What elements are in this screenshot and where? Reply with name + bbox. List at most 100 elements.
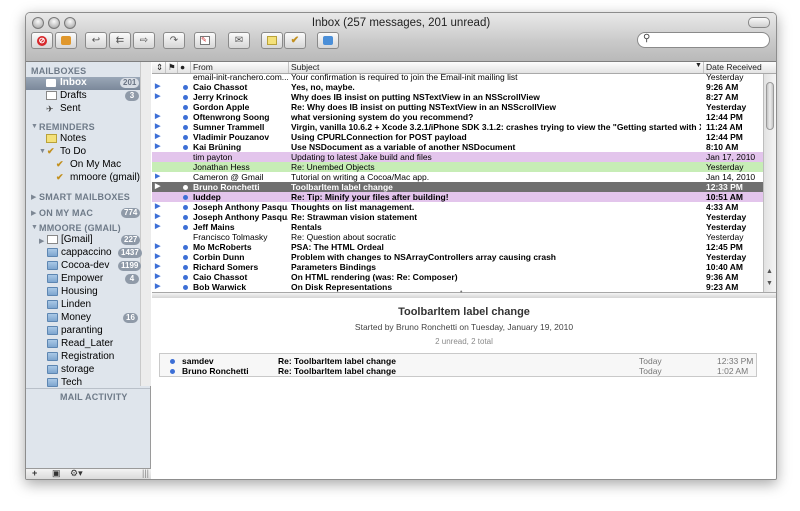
- message-row[interactable]: tim payton Updating to latest Jake build …: [152, 152, 763, 162]
- message-row[interactable]: ▶ Caio Chassot On HTML rendering (was: Re:…: [152, 272, 763, 282]
- mail-activity-header[interactable]: MAIL ACTIVITY: [60, 392, 128, 402]
- scroll-down-icon[interactable]: ▼: [766, 280, 773, 287]
- column-header-from[interactable]: From: [193, 62, 213, 72]
- scrollbar-thumb[interactable]: [766, 82, 774, 130]
- disclosure-triangle-icon[interactable]: ▼: [31, 123, 38, 130]
- message-row[interactable]: ▶ Sumner Trammell Virgin, vanilla 10.6.2 +…: [152, 122, 763, 132]
- thread-disclosure-icon[interactable]: ▶: [155, 242, 160, 252]
- new-message-button[interactable]: ✎: [194, 32, 216, 49]
- disclosure-triangle-icon[interactable]: ▼: [31, 224, 38, 231]
- message-list-scrollbar[interactable]: ▲ ▼: [763, 74, 776, 292]
- toolbar-toggle-button[interactable]: [748, 17, 770, 28]
- scroll-up-icon[interactable]: ▲: [766, 268, 773, 275]
- message-row[interactable]: ▶ Jeff Mains Rentals Yesterday: [152, 222, 763, 232]
- junk-button[interactable]: [55, 32, 77, 49]
- connection-button[interactable]: [317, 32, 339, 49]
- message-row[interactable]: ▶ Jerry Krinock Why does IB insist on putt…: [152, 92, 763, 102]
- sort-descending-icon[interactable]: ▼: [695, 62, 702, 69]
- message-row[interactable]: ▶ Joseph Anthony Pasqu... Thoughts on list…: [152, 202, 763, 212]
- sidebar-item-todo-on-my-mac[interactable]: ✔ On My Mac: [26, 159, 140, 172]
- thread-disclosure-icon[interactable]: ▶: [155, 112, 160, 122]
- section-smart-mailboxes[interactable]: SMART MAILBOXES: [39, 192, 130, 202]
- folder-icon: [47, 248, 58, 257]
- section-on-my-mac[interactable]: ON MY MAC: [39, 208, 93, 218]
- sidebar-folder-linden[interactable]: Linden: [26, 299, 140, 312]
- reply-all-button[interactable]: ⇇: [109, 32, 131, 49]
- add-mailbox-button[interactable]: +: [32, 468, 37, 478]
- message-row[interactable]: ▶ Richard Somers Parameters Bindings 10:40 …: [152, 262, 763, 272]
- thread-disclosure-icon[interactable]: ▶: [155, 202, 160, 212]
- thread-disclosure-icon[interactable]: ▶: [155, 82, 160, 92]
- sidebar-item-todo-mmoore[interactable]: ✔ mmoore (gmail): [26, 172, 140, 185]
- show-activity-button[interactable]: ▣: [52, 468, 61, 479]
- section-mmoore-gmail[interactable]: MMOORE (GMAIL): [39, 223, 121, 233]
- message-row[interactable]: ▶ Bob Warwick On Disk Representations 9:23 …: [152, 282, 763, 292]
- sidebar-item-inbox[interactable]: Inbox 201: [26, 77, 140, 90]
- column-header-date[interactable]: Date Received: [706, 62, 762, 72]
- delete-button[interactable]: ⊘: [31, 32, 53, 49]
- thread-disclosure-icon[interactable]: ▶: [155, 132, 160, 142]
- thread-disclosure-icon[interactable]: ▶: [155, 272, 160, 282]
- forward-button[interactable]: ⇨: [133, 32, 155, 49]
- thread-column-icon[interactable]: ⇕: [156, 62, 163, 73]
- message-row[interactable]: Jonathan Hess Re: Unembed Objects Yesterda…: [152, 162, 763, 172]
- section-reminders[interactable]: REMINDERS: [39, 122, 95, 132]
- sidebar-folder-money[interactable]: Money 16: [26, 312, 140, 325]
- message-row[interactable]: ▶ Bruno Ronchetti Toolbarltem label change…: [152, 182, 763, 192]
- get-mail-button[interactable]: ✉: [228, 32, 250, 49]
- redirect-button[interactable]: ↷: [163, 32, 185, 49]
- sidebar-folder-empower[interactable]: Empower 4: [26, 273, 140, 286]
- message-row[interactable]: email-init-ranchero.com... Your confirmat…: [152, 74, 763, 82]
- thread-disclosure-icon[interactable]: ▶: [155, 262, 160, 272]
- message-row[interactable]: ▶ Vladimir Pouzanov Using CPURLConnection …: [152, 132, 763, 142]
- message-row[interactable]: Gordon Apple Re: Why does IB insist on pu…: [152, 102, 763, 112]
- thread-message-row[interactable]: Bruno Ronchetti Re: Toolbarltem label ch…: [160, 366, 758, 376]
- disclosure-triangle-icon[interactable]: ▶: [31, 209, 36, 217]
- column-header-subject[interactable]: Subject: [291, 62, 319, 72]
- sidebar-item-sent[interactable]: ✈ Sent: [26, 103, 140, 116]
- thread-disclosure-icon[interactable]: ▶: [155, 182, 160, 192]
- thread-disclosure-icon[interactable]: ▶: [155, 282, 160, 292]
- action-gear-icon[interactable]: ⚙▾: [70, 468, 83, 479]
- sidebar-folder-gmail[interactable]: [Gmail] 227: [26, 234, 141, 247]
- message-row[interactable]: ▶ Joseph Anthony Pasqu... Re: Strawman vis…: [152, 212, 763, 222]
- sidebar-folder-registration[interactable]: Registration: [26, 351, 140, 364]
- thread-disclosure-icon[interactable]: ▶: [155, 122, 160, 132]
- message-row[interactable]: ▶ Kai Brüning Use NSDocument as a variable…: [152, 142, 763, 152]
- note-button[interactable]: [261, 32, 283, 49]
- unread-column-icon[interactable]: ●: [180, 62, 185, 72]
- reply-button[interactable]: ↩: [85, 32, 107, 49]
- search-field[interactable]: ⚲: [637, 32, 770, 48]
- thread-disclosure-icon[interactable]: ▶: [155, 92, 160, 102]
- message-row[interactable]: ▶ Mo McRoberts PSA: The HTML Ordeal 12:45 P…: [152, 242, 763, 252]
- message-row[interactable]: luddep Re: Tip: Minify your files after b…: [152, 192, 763, 202]
- message-row[interactable]: ▶ Oftenwrong Soong what versioning system …: [152, 112, 763, 122]
- thread-disclosure-icon[interactable]: ▶: [155, 172, 160, 182]
- thread-disclosure-icon[interactable]: ▶: [155, 142, 160, 152]
- sidebar-folder-storage[interactable]: storage: [26, 364, 140, 377]
- sidebar-item-drafts[interactable]: Drafts 3: [26, 90, 140, 103]
- message-row[interactable]: Francisco Tolmasky Re: Question about soc…: [152, 232, 763, 242]
- sidebar-folder-paranting[interactable]: paranting: [26, 325, 140, 338]
- thread-message-row[interactable]: samdev Re: Toolbarltem label change Toda…: [160, 356, 758, 366]
- thread-disclosure-icon[interactable]: ▶: [155, 222, 160, 232]
- message-row[interactable]: ▶ Cameron @ Gmail Tutorial on writing a Co…: [152, 172, 763, 182]
- splitter-grip-icon[interactable]: •: [460, 289, 462, 296]
- sidebar-scrollbar[interactable]: [140, 62, 151, 386]
- sidebar-item-notes[interactable]: Notes: [26, 133, 140, 146]
- sidebar-folder-cappaccino[interactable]: cappaccino 1437: [26, 247, 142, 260]
- sidebar-folder-housing[interactable]: Housing: [26, 286, 140, 299]
- resize-grip-icon[interactable]: |||: [142, 468, 149, 478]
- sidebar-folder-cocoa-dev[interactable]: Cocoa-dev 1199: [26, 260, 142, 273]
- thread-disclosure-icon[interactable]: ▶: [155, 252, 160, 262]
- thread-disclosure-icon[interactable]: ▶: [155, 212, 160, 222]
- sidebar-folder-read-later[interactable]: Read_Later: [26, 338, 140, 351]
- search-input[interactable]: [656, 34, 764, 45]
- flag-column-icon[interactable]: ⚑: [168, 62, 176, 73]
- section-mailboxes[interactable]: MAILBOXES: [31, 66, 86, 76]
- message-row[interactable]: ▶ Corbin Dunn Problem with changes to NSAr…: [152, 252, 763, 262]
- todo-button[interactable]: ✔: [284, 32, 306, 49]
- message-row[interactable]: ▶ Caio Chassot Yes, no, maybe. 9:26 AM: [152, 82, 763, 92]
- sidebar-item-todo[interactable]: ✔ To Do: [26, 146, 140, 159]
- disclosure-triangle-icon[interactable]: ▶: [31, 193, 36, 201]
